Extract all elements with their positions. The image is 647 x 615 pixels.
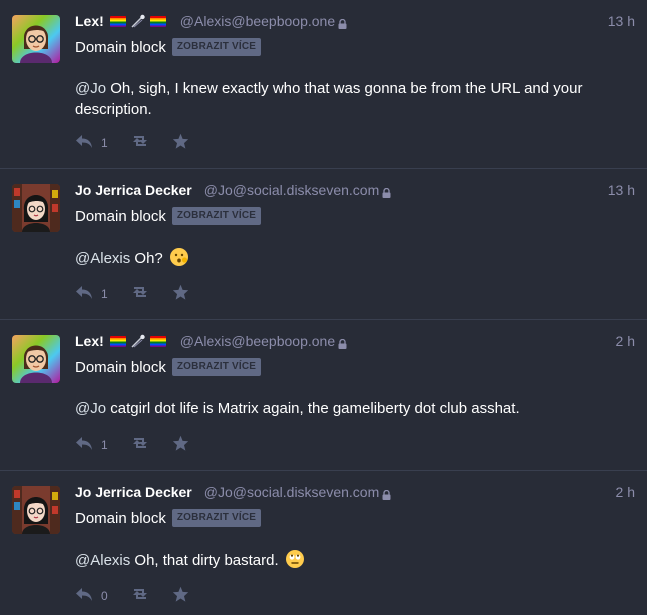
spoiler-text: Domain block: [75, 207, 166, 225]
status-post[interactable]: Jo Jerrica Decker @Jo@social.diskseven.c…: [0, 169, 647, 320]
avatar[interactable]: [12, 15, 60, 63]
avatar[interactable]: [12, 184, 60, 232]
reply-count: 1: [101, 287, 108, 301]
status-text-body: Oh, sigh, I knew exactly who that was go…: [75, 80, 583, 118]
favourite-button[interactable]: [172, 586, 189, 602]
lock-icon: [382, 185, 391, 198]
status-text: @Alexis Oh?: [75, 247, 615, 269]
account-handle[interactable]: @Jo@social.diskseven.com: [204, 182, 380, 198]
reply-button[interactable]: 0: [75, 586, 108, 602]
content-warning: Domain block ZOBRAZIT VÍCE: [75, 358, 635, 376]
star-icon: [172, 284, 189, 300]
custom-emojis: [109, 14, 166, 28]
boost-button[interactable]: [130, 436, 150, 450]
star-icon: [172, 586, 189, 602]
lock-icon: [338, 16, 347, 29]
rolling-eyes-emoji-icon: [285, 549, 305, 569]
boost-button[interactable]: [130, 285, 150, 299]
status-text: @Jo catgirl dot life is Matrix again, th…: [75, 398, 615, 419]
reply-button[interactable]: 1: [75, 435, 108, 451]
avatar[interactable]: [12, 335, 60, 383]
status-post[interactable]: Jo Jerrica Decker @Jo@social.diskseven.c…: [0, 471, 647, 615]
reply-all-icon: [75, 435, 97, 451]
timestamp[interactable]: 13 h: [608, 13, 635, 29]
rainbow-flag-icon: [149, 335, 166, 347]
timestamp[interactable]: 2 h: [616, 333, 635, 349]
favourite-button[interactable]: [172, 133, 189, 149]
account-handle[interactable]: @Alexis@beepboop.one: [180, 333, 335, 349]
avatar[interactable]: [12, 486, 60, 534]
mention-link[interactable]: @Alexis: [75, 250, 130, 267]
status-text-body: Oh?: [130, 250, 163, 267]
timestamp[interactable]: 13 h: [608, 182, 635, 198]
status-header: Lex! @Alexis@beepboop.one: [75, 10, 635, 32]
status-header: Lex! @Alexis@beepboop.one: [75, 330, 635, 352]
content-warning: Domain block ZOBRAZIT VÍCE: [75, 207, 635, 225]
action-bar: 1: [75, 131, 211, 151]
display-name[interactable]: Lex!: [75, 13, 104, 29]
content-warning: Domain block ZOBRAZIT VÍCE: [75, 38, 635, 56]
show-more-button[interactable]: ZOBRAZIT VÍCE: [171, 509, 262, 527]
custom-emojis: [109, 334, 166, 348]
mention-link[interactable]: @Jo: [75, 80, 106, 97]
mention-link[interactable]: @Alexis: [75, 552, 130, 569]
star-icon: [172, 133, 189, 149]
status-content: Jo Jerrica Decker @Jo@social.diskseven.c…: [75, 179, 635, 269]
action-bar: 1: [75, 433, 211, 453]
status-content: Lex! @Alexis@beepboop.one 2 h Domain blo…: [75, 330, 635, 419]
timestamp[interactable]: 2 h: [616, 484, 635, 500]
status-text-body: catgirl dot life is Matrix again, the ga…: [106, 400, 520, 417]
show-more-button[interactable]: ZOBRAZIT VÍCE: [171, 207, 262, 225]
display-name[interactable]: Jo Jerrica Decker: [75, 484, 192, 500]
status-text: @Jo Oh, sigh, I knew exactly who that wa…: [75, 78, 615, 120]
status-text: @Alexis Oh, that dirty bastard.: [75, 549, 615, 571]
status-content: Lex! @Alexis@beepboop.one 13 h Domain bl…: [75, 10, 635, 120]
reply-all-icon: [75, 586, 97, 602]
retweet-icon: [130, 587, 150, 601]
lock-icon: [382, 487, 391, 500]
rainbow-flag-icon: [109, 15, 126, 27]
status-content: Jo Jerrica Decker @Jo@social.diskseven.c…: [75, 481, 635, 571]
favourite-button[interactable]: [172, 435, 189, 451]
rainbow-flag-icon: [109, 335, 126, 347]
comet-icon: [130, 334, 146, 348]
comet-icon: [130, 14, 146, 28]
display-name[interactable]: Lex!: [75, 333, 104, 349]
display-name[interactable]: Jo Jerrica Decker: [75, 182, 192, 198]
status-header: Jo Jerrica Decker @Jo@social.diskseven.c…: [75, 179, 635, 201]
spoiler-text: Domain block: [75, 38, 166, 56]
spoiler-text: Domain block: [75, 509, 166, 527]
show-more-button[interactable]: ZOBRAZIT VÍCE: [171, 358, 262, 376]
action-bar: 0: [75, 584, 211, 604]
mention-link[interactable]: @Jo: [75, 400, 106, 417]
reply-button[interactable]: 1: [75, 133, 108, 149]
account-handle[interactable]: @Jo@social.diskseven.com: [204, 484, 380, 500]
status-header: Jo Jerrica Decker @Jo@social.diskseven.c…: [75, 481, 635, 503]
spoiler-text: Domain block: [75, 358, 166, 376]
reply-count: 1: [101, 136, 108, 150]
reply-count: 0: [101, 589, 108, 603]
lock-icon: [338, 336, 347, 349]
retweet-icon: [130, 134, 150, 148]
action-bar: 1: [75, 282, 211, 302]
boost-button[interactable]: [130, 587, 150, 601]
reply-count: 1: [101, 438, 108, 452]
reply-all-icon: [75, 133, 97, 149]
show-more-button[interactable]: ZOBRAZIT VÍCE: [171, 38, 262, 56]
reply-all-icon: [75, 284, 97, 300]
reply-button[interactable]: 1: [75, 284, 108, 300]
hushed-face-emoji-icon: [169, 247, 189, 267]
rainbow-flag-icon: [149, 15, 166, 27]
timeline: Lex! @Alexis@beepboop.one 13 h Domain bl…: [0, 0, 647, 615]
status-post[interactable]: Lex! @Alexis@beepboop.one 2 h Domain blo…: [0, 320, 647, 471]
status-post[interactable]: Lex! @Alexis@beepboop.one 13 h Domain bl…: [0, 0, 647, 169]
status-text-body: Oh, that dirty bastard.: [130, 552, 279, 569]
content-warning: Domain block ZOBRAZIT VÍCE: [75, 509, 635, 527]
star-icon: [172, 435, 189, 451]
retweet-icon: [130, 436, 150, 450]
favourite-button[interactable]: [172, 284, 189, 300]
boost-button[interactable]: [130, 134, 150, 148]
retweet-icon: [130, 285, 150, 299]
account-handle[interactable]: @Alexis@beepboop.one: [180, 13, 335, 29]
